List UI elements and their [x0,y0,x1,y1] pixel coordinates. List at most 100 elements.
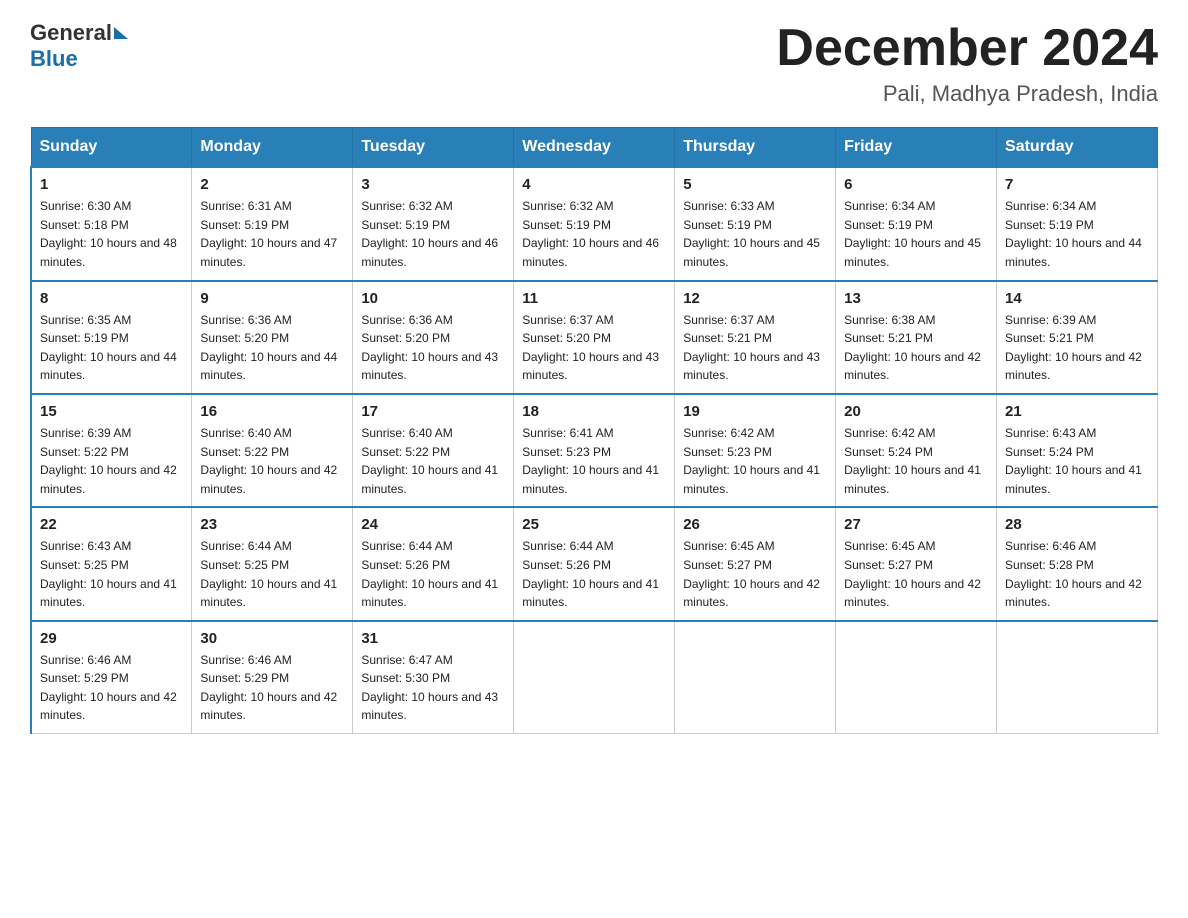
day-info: Sunrise: 6:44 AMSunset: 5:25 PMDaylight:… [200,539,337,609]
day-info: Sunrise: 6:40 AMSunset: 5:22 PMDaylight:… [200,426,337,496]
calendar-day-cell [997,621,1158,734]
day-info: Sunrise: 6:33 AMSunset: 5:19 PMDaylight:… [683,199,820,269]
calendar-day-cell: 22 Sunrise: 6:43 AMSunset: 5:25 PMDaylig… [31,507,192,620]
day-info: Sunrise: 6:46 AMSunset: 5:29 PMDaylight:… [40,653,177,723]
calendar-day-cell: 2 Sunrise: 6:31 AMSunset: 5:19 PMDayligh… [192,167,353,280]
calendar-day-cell: 16 Sunrise: 6:40 AMSunset: 5:22 PMDaylig… [192,394,353,507]
calendar-day-cell: 20 Sunrise: 6:42 AMSunset: 5:24 PMDaylig… [836,394,997,507]
calendar-day-cell: 17 Sunrise: 6:40 AMSunset: 5:22 PMDaylig… [353,394,514,507]
calendar-day-cell: 1 Sunrise: 6:30 AMSunset: 5:18 PMDayligh… [31,167,192,280]
day-info: Sunrise: 6:41 AMSunset: 5:23 PMDaylight:… [522,426,659,496]
day-info: Sunrise: 6:36 AMSunset: 5:20 PMDaylight:… [200,313,337,383]
calendar-week-row: 29 Sunrise: 6:46 AMSunset: 5:29 PMDaylig… [31,621,1158,734]
day-info: Sunrise: 6:43 AMSunset: 5:24 PMDaylight:… [1005,426,1142,496]
day-number: 2 [200,176,344,193]
calendar-day-cell: 15 Sunrise: 6:39 AMSunset: 5:22 PMDaylig… [31,394,192,507]
calendar-day-cell: 25 Sunrise: 6:44 AMSunset: 5:26 PMDaylig… [514,507,675,620]
day-of-week-header: Friday [836,128,997,168]
calendar-table: SundayMondayTuesdayWednesdayThursdayFrid… [30,127,1158,734]
day-number: 15 [40,403,183,420]
day-number: 9 [200,290,344,307]
calendar-day-cell: 28 Sunrise: 6:46 AMSunset: 5:28 PMDaylig… [997,507,1158,620]
logo-general-text: General [30,20,112,46]
day-of-week-header: Wednesday [514,128,675,168]
calendar-day-cell: 31 Sunrise: 6:47 AMSunset: 5:30 PMDaylig… [353,621,514,734]
day-number: 28 [1005,516,1149,533]
calendar-week-row: 22 Sunrise: 6:43 AMSunset: 5:25 PMDaylig… [31,507,1158,620]
calendar-day-cell: 6 Sunrise: 6:34 AMSunset: 5:19 PMDayligh… [836,167,997,280]
calendar-day-cell [836,621,997,734]
calendar-day-cell: 23 Sunrise: 6:44 AMSunset: 5:25 PMDaylig… [192,507,353,620]
calendar-week-row: 1 Sunrise: 6:30 AMSunset: 5:18 PMDayligh… [31,167,1158,280]
calendar-day-cell: 9 Sunrise: 6:36 AMSunset: 5:20 PMDayligh… [192,281,353,394]
page-header: General Blue December 2024 Pali, Madhya … [30,20,1158,107]
calendar-day-cell: 30 Sunrise: 6:46 AMSunset: 5:29 PMDaylig… [192,621,353,734]
day-number: 25 [522,516,666,533]
day-number: 24 [361,516,505,533]
calendar-day-cell: 8 Sunrise: 6:35 AMSunset: 5:19 PMDayligh… [31,281,192,394]
day-number: 10 [361,290,505,307]
calendar-day-cell: 26 Sunrise: 6:45 AMSunset: 5:27 PMDaylig… [675,507,836,620]
day-info: Sunrise: 6:32 AMSunset: 5:19 PMDaylight:… [522,199,659,269]
day-info: Sunrise: 6:32 AMSunset: 5:19 PMDaylight:… [361,199,498,269]
day-info: Sunrise: 6:34 AMSunset: 5:19 PMDaylight:… [1005,199,1142,269]
calendar-header-row: SundayMondayTuesdayWednesdayThursdayFrid… [31,128,1158,168]
day-info: Sunrise: 6:31 AMSunset: 5:19 PMDaylight:… [200,199,337,269]
logo-blue-text: Blue [30,46,78,72]
day-info: Sunrise: 6:44 AMSunset: 5:26 PMDaylight:… [522,539,659,609]
calendar-day-cell: 10 Sunrise: 6:36 AMSunset: 5:20 PMDaylig… [353,281,514,394]
day-number: 29 [40,630,183,647]
day-info: Sunrise: 6:46 AMSunset: 5:28 PMDaylight:… [1005,539,1142,609]
day-of-week-header: Monday [192,128,353,168]
calendar-day-cell [675,621,836,734]
day-number: 13 [844,290,988,307]
day-number: 1 [40,176,183,193]
logo-triangle-icon [114,27,128,39]
calendar-day-cell: 3 Sunrise: 6:32 AMSunset: 5:19 PMDayligh… [353,167,514,280]
day-number: 7 [1005,176,1149,193]
day-number: 31 [361,630,505,647]
calendar-subtitle: Pali, Madhya Pradesh, India [776,81,1158,107]
calendar-day-cell: 5 Sunrise: 6:33 AMSunset: 5:19 PMDayligh… [675,167,836,280]
day-of-week-header: Thursday [675,128,836,168]
day-number: 18 [522,403,666,420]
day-info: Sunrise: 6:37 AMSunset: 5:21 PMDaylight:… [683,313,820,383]
day-info: Sunrise: 6:38 AMSunset: 5:21 PMDaylight:… [844,313,981,383]
calendar-day-cell: 4 Sunrise: 6:32 AMSunset: 5:19 PMDayligh… [514,167,675,280]
day-number: 3 [361,176,505,193]
day-info: Sunrise: 6:37 AMSunset: 5:20 PMDaylight:… [522,313,659,383]
day-info: Sunrise: 6:42 AMSunset: 5:24 PMDaylight:… [844,426,981,496]
day-of-week-header: Sunday [31,128,192,168]
day-info: Sunrise: 6:30 AMSunset: 5:18 PMDaylight:… [40,199,177,269]
calendar-day-cell: 21 Sunrise: 6:43 AMSunset: 5:24 PMDaylig… [997,394,1158,507]
calendar-day-cell: 18 Sunrise: 6:41 AMSunset: 5:23 PMDaylig… [514,394,675,507]
calendar-day-cell: 12 Sunrise: 6:37 AMSunset: 5:21 PMDaylig… [675,281,836,394]
day-number: 6 [844,176,988,193]
calendar-day-cell: 19 Sunrise: 6:42 AMSunset: 5:23 PMDaylig… [675,394,836,507]
calendar-week-row: 15 Sunrise: 6:39 AMSunset: 5:22 PMDaylig… [31,394,1158,507]
day-info: Sunrise: 6:43 AMSunset: 5:25 PMDaylight:… [40,539,177,609]
day-info: Sunrise: 6:45 AMSunset: 5:27 PMDaylight:… [683,539,820,609]
day-info: Sunrise: 6:39 AMSunset: 5:21 PMDaylight:… [1005,313,1142,383]
day-number: 23 [200,516,344,533]
day-number: 5 [683,176,827,193]
day-number: 12 [683,290,827,307]
day-info: Sunrise: 6:44 AMSunset: 5:26 PMDaylight:… [361,539,498,609]
day-info: Sunrise: 6:45 AMSunset: 5:27 PMDaylight:… [844,539,981,609]
day-info: Sunrise: 6:35 AMSunset: 5:19 PMDaylight:… [40,313,177,383]
day-number: 26 [683,516,827,533]
day-info: Sunrise: 6:46 AMSunset: 5:29 PMDaylight:… [200,653,337,723]
day-number: 17 [361,403,505,420]
calendar-day-cell: 11 Sunrise: 6:37 AMSunset: 5:20 PMDaylig… [514,281,675,394]
calendar-day-cell: 14 Sunrise: 6:39 AMSunset: 5:21 PMDaylig… [997,281,1158,394]
day-of-week-header: Tuesday [353,128,514,168]
calendar-day-cell: 24 Sunrise: 6:44 AMSunset: 5:26 PMDaylig… [353,507,514,620]
day-number: 22 [40,516,183,533]
calendar-day-cell: 13 Sunrise: 6:38 AMSunset: 5:21 PMDaylig… [836,281,997,394]
day-info: Sunrise: 6:40 AMSunset: 5:22 PMDaylight:… [361,426,498,496]
day-number: 16 [200,403,344,420]
day-number: 30 [200,630,344,647]
calendar-week-row: 8 Sunrise: 6:35 AMSunset: 5:19 PMDayligh… [31,281,1158,394]
day-info: Sunrise: 6:34 AMSunset: 5:19 PMDaylight:… [844,199,981,269]
day-number: 14 [1005,290,1149,307]
